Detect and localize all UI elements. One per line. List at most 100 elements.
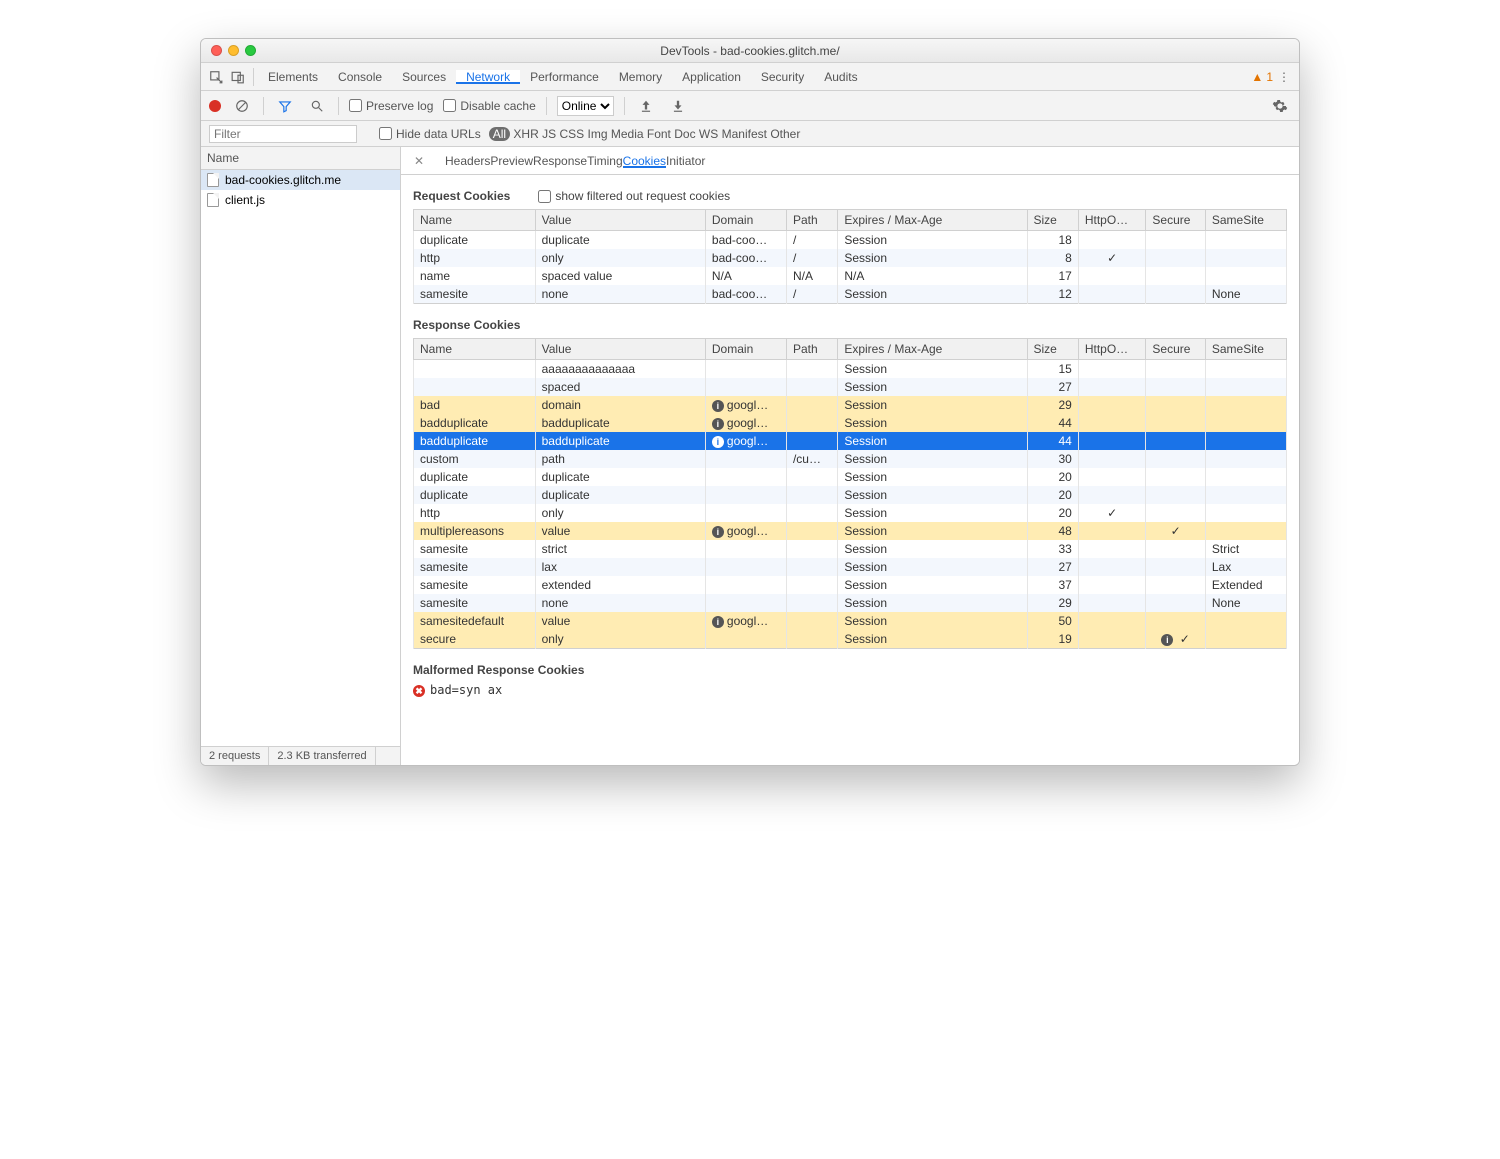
cookie-row[interactable]: multiplereasonsvalueigoogl…Session48✓ (414, 522, 1287, 540)
preserve-log-checkbox[interactable]: Preserve log (349, 99, 433, 113)
filter-type-xhr[interactable]: XHR (513, 127, 538, 141)
col-samesite[interactable]: SameSite (1205, 210, 1286, 231)
clear-icon[interactable] (231, 98, 253, 113)
warnings-badge[interactable]: ▲ 1 (1251, 70, 1273, 84)
subtab-response[interactable]: Response (533, 154, 587, 168)
col-secure[interactable]: Secure (1146, 339, 1205, 360)
request-row[interactable]: client.js (201, 190, 400, 210)
cookie-row[interactable]: samesiteextendedSession37Extended (414, 576, 1287, 594)
col-path[interactable]: Path (786, 339, 837, 360)
separator (263, 97, 264, 115)
col-httponly[interactable]: HttpO… (1078, 210, 1146, 231)
subtab-cookies[interactable]: Cookies (623, 154, 666, 168)
cookie-row[interactable]: custompath/cu…Session30 (414, 450, 1287, 468)
tab-memory[interactable]: Memory (609, 70, 672, 84)
request-cookies-table[interactable]: NameValueDomainPathExpires / Max-AgeSize… (413, 209, 1287, 304)
subtab-initiator[interactable]: Initiator (666, 154, 705, 168)
hide-data-urls-checkbox[interactable]: Hide data URLs (379, 127, 481, 141)
cookie-row[interactable]: samesitelaxSession27Lax (414, 558, 1287, 576)
more-icon[interactable]: ⋮ (1273, 70, 1295, 84)
col-secure[interactable]: Secure (1146, 210, 1205, 231)
filter-type-img[interactable]: Img (587, 127, 607, 141)
col-name[interactable]: Name (414, 210, 536, 231)
cookie-row[interactable]: httponlybad-coo…/Session8✓ (414, 249, 1287, 267)
filter-type-other[interactable]: Other (770, 127, 800, 141)
col-expires[interactable]: Expires / Max-Age (838, 339, 1027, 360)
request-row[interactable]: bad-cookies.glitch.me (201, 170, 400, 190)
col-domain[interactable]: Domain (705, 339, 786, 360)
hide-data-urls-label: Hide data URLs (396, 127, 481, 141)
filter-type-css[interactable]: CSS (559, 127, 584, 141)
col-samesite[interactable]: SameSite (1205, 339, 1286, 360)
tab-network[interactable]: Network (456, 70, 520, 84)
filter-type-all[interactable]: All (489, 127, 510, 141)
filter-type-doc[interactable]: Doc (674, 127, 695, 141)
filter-type-manifest[interactable]: Manifest (722, 127, 767, 141)
show-filtered-checkbox[interactable]: show filtered out request cookies (538, 189, 730, 203)
file-icon (207, 173, 219, 187)
warnings-count: 1 (1266, 70, 1273, 84)
cookie-row[interactable]: samesitenoneSession29None (414, 594, 1287, 612)
disable-cache-checkbox[interactable]: Disable cache (443, 99, 535, 113)
col-size[interactable]: Size (1027, 210, 1078, 231)
settings-icon[interactable] (1269, 98, 1291, 114)
filter-type-media[interactable]: Media (611, 127, 644, 141)
device-toggle-icon[interactable] (227, 69, 249, 84)
window-title: DevTools - bad-cookies.glitch.me/ (201, 44, 1299, 58)
filter-input[interactable] (209, 125, 357, 143)
col-value[interactable]: Value (535, 339, 705, 360)
request-cookies-title: Request Cookies show filtered out reques… (413, 189, 1287, 203)
throttling-select[interactable]: Online (557, 96, 614, 116)
col-name[interactable]: Name (414, 339, 536, 360)
tab-console[interactable]: Console (328, 70, 392, 84)
titlebar: DevTools - bad-cookies.glitch.me/ (201, 39, 1299, 63)
response-cookies-title: Response Cookies (413, 318, 1287, 332)
col-httponly[interactable]: HttpO… (1078, 339, 1146, 360)
cookie-row[interactable]: duplicateduplicatebad-coo…/Session18 (414, 231, 1287, 250)
cookie-row[interactable]: baddomainigoogl…Session29 (414, 396, 1287, 414)
close-details-icon[interactable]: ✕ (411, 154, 427, 168)
subtab-headers[interactable]: Headers (445, 154, 490, 168)
tab-sources[interactable]: Sources (392, 70, 456, 84)
filter-icon[interactable] (274, 98, 296, 113)
filter-type-font[interactable]: Font (647, 127, 671, 141)
error-icon: ✖ (413, 685, 425, 697)
subtab-preview[interactable]: Preview (490, 154, 533, 168)
cookie-row[interactable]: samesitestrictSession33Strict (414, 540, 1287, 558)
download-har-icon[interactable] (667, 98, 689, 113)
search-icon[interactable] (306, 98, 328, 113)
cookie-row[interactable]: secureonlySession19i ✓ (414, 630, 1287, 649)
subtab-timing[interactable]: Timing (587, 154, 623, 168)
cookie-row[interactable]: httponlySession20✓ (414, 504, 1287, 522)
detail-subtabs: ✕ HeadersPreviewResponseTimingCookiesIni… (401, 147, 1299, 175)
panel-tabs: ElementsConsoleSourcesNetworkPerformance… (201, 63, 1299, 91)
tab-security[interactable]: Security (751, 70, 814, 84)
cookie-row[interactable]: samesitenonebad-coo…/Session12None (414, 285, 1287, 304)
tab-application[interactable]: Application (672, 70, 751, 84)
details-pane: ✕ HeadersPreviewResponseTimingCookiesIni… (401, 147, 1299, 765)
col-expires[interactable]: Expires / Max-Age (838, 210, 1027, 231)
record-button[interactable] (209, 100, 221, 112)
cookie-row[interactable]: namespaced valueN/AN/AN/A17 (414, 267, 1287, 285)
tab-audits[interactable]: Audits (814, 70, 867, 84)
cookie-row[interactable]: samesitedefaultvalueigoogl…Session50 (414, 612, 1287, 630)
cookie-row[interactable]: badduplicatebadduplicateigoogl…Session44 (414, 432, 1287, 450)
cookie-row[interactable]: aaaaaaaaaaaaaaSession15 (414, 360, 1287, 379)
upload-har-icon[interactable] (635, 98, 657, 113)
col-value[interactable]: Value (535, 210, 705, 231)
inspect-icon[interactable] (205, 69, 227, 84)
col-size[interactable]: Size (1027, 339, 1078, 360)
tab-performance[interactable]: Performance (520, 70, 609, 84)
separator (338, 97, 339, 115)
cookie-row[interactable]: spacedSession27 (414, 378, 1287, 396)
response-cookies-table[interactable]: NameValueDomainPathExpires / Max-AgeSize… (413, 338, 1287, 649)
cookie-row[interactable]: duplicateduplicateSession20 (414, 468, 1287, 486)
col-domain[interactable]: Domain (705, 210, 786, 231)
cookie-row[interactable]: badduplicatebadduplicateigoogl…Session44 (414, 414, 1287, 432)
col-path[interactable]: Path (786, 210, 837, 231)
disable-cache-label: Disable cache (460, 99, 535, 113)
tab-elements[interactable]: Elements (258, 70, 328, 84)
cookie-row[interactable]: duplicateduplicateSession20 (414, 486, 1287, 504)
filter-type-js[interactable]: JS (542, 127, 556, 141)
filter-type-ws[interactable]: WS (699, 127, 718, 141)
